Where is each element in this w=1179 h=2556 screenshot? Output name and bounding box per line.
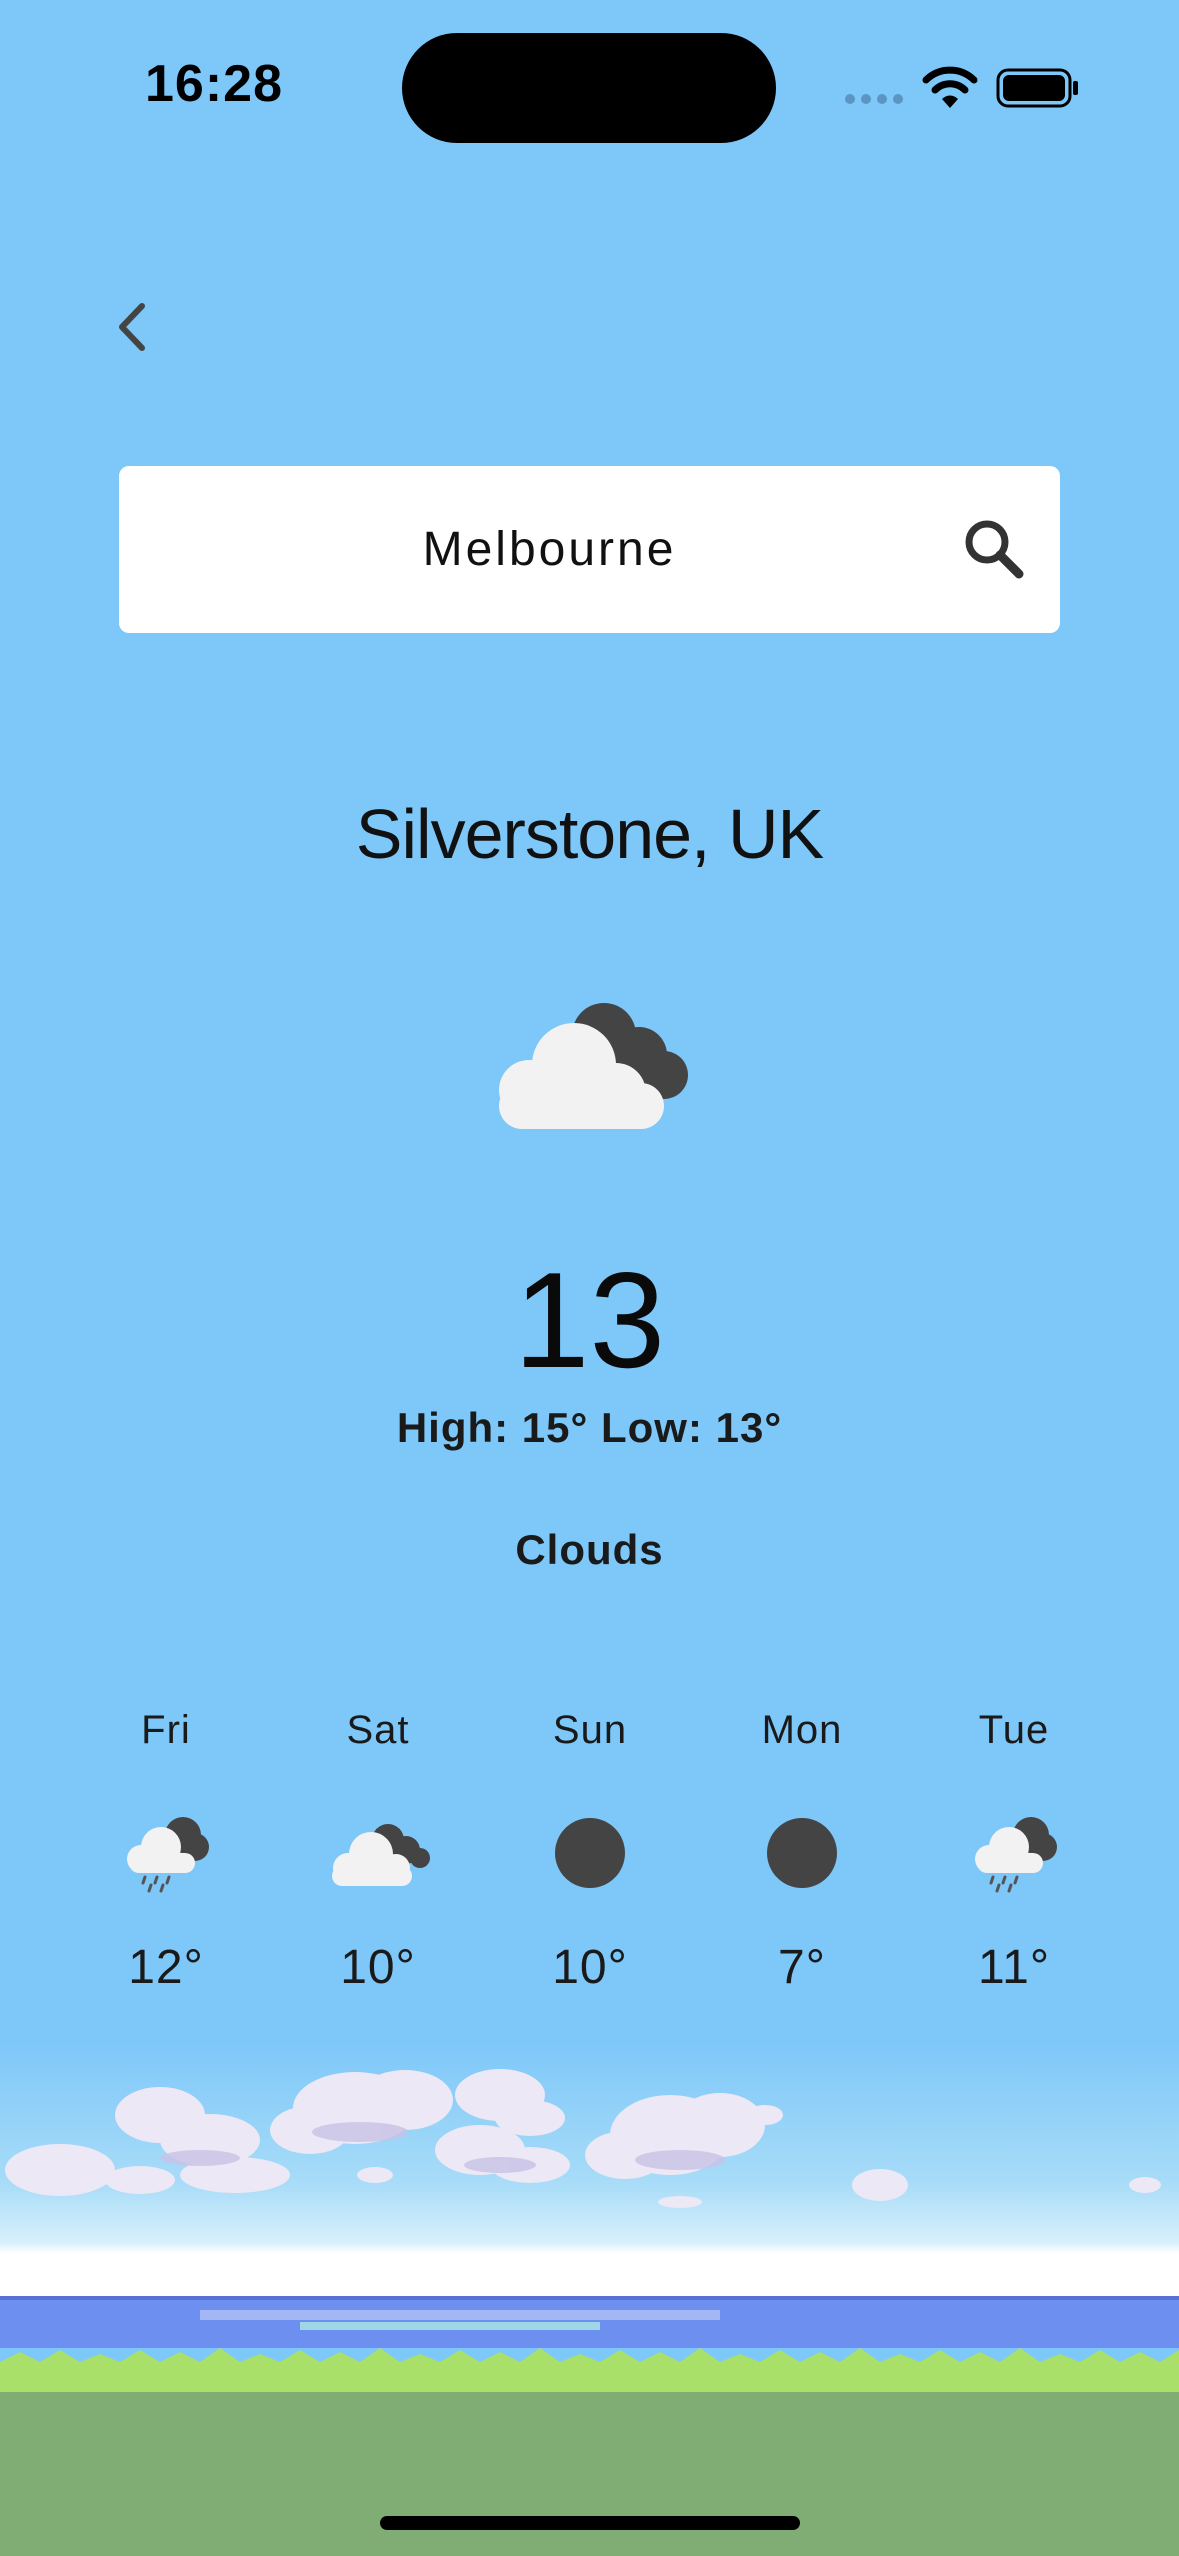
clouds-icon [499,1003,688,1129]
forecast-day-label: Tue [978,1708,1050,1752]
dark-circle-icon [535,1808,645,1898]
weather-condition: Clouds [515,1526,664,1573]
dynamic-island [402,33,776,143]
high-low-temperature: High: 15° Low: 13° [396,1404,783,1451]
status-bar-time: 16:28 [145,55,283,113]
wifi-icon [922,66,978,108]
forecast-day-temperature: 10° [552,1941,628,1994]
forecast-day-label: Fri [141,1708,191,1752]
current-temperature: 13 [513,1244,666,1396]
forecast-day-label: Sat [346,1708,410,1752]
home-indicator[interactable] [380,2516,800,2530]
forecast-day: Fri 12° [60,1700,272,2020]
battery-icon [996,68,1078,108]
forecast-day-temperature: 10° [340,1941,416,1994]
rain-clouds-icon [959,1808,1069,1898]
search-box [119,466,1060,633]
forecast-day: Mon 7° [696,1700,908,2020]
forecast-row: Fri 12° Sat 10° Sun 10° Mon 7° Tue 11° [60,1700,1120,2020]
clouds-icon [323,1808,433,1898]
back-button[interactable] [96,282,168,372]
dark-circle-icon [747,1808,857,1898]
forecast-day-label: Sun [552,1708,628,1752]
search-input[interactable] [179,466,920,633]
forecast-day-temperature: 11° [977,1941,1051,1994]
background-scenery [0,2040,1179,2556]
forecast-day-label: Mon [761,1708,843,1752]
search-icon [965,520,1024,579]
forecast-day: Tue 11° [908,1700,1120,2020]
forecast-day-temperature: 12° [128,1941,204,1994]
chevron-left-icon [119,303,145,351]
city-name: Silverstone, UK [355,795,824,873]
forecast-day-temperature: 7° [778,1941,826,1994]
rain-clouds-icon [111,1808,221,1898]
forecast-day: Sun 10° [484,1700,696,2020]
search-button[interactable] [957,512,1037,592]
cellular-signal-icon [845,94,903,104]
forecast-day: Sat 10° [272,1700,484,2020]
